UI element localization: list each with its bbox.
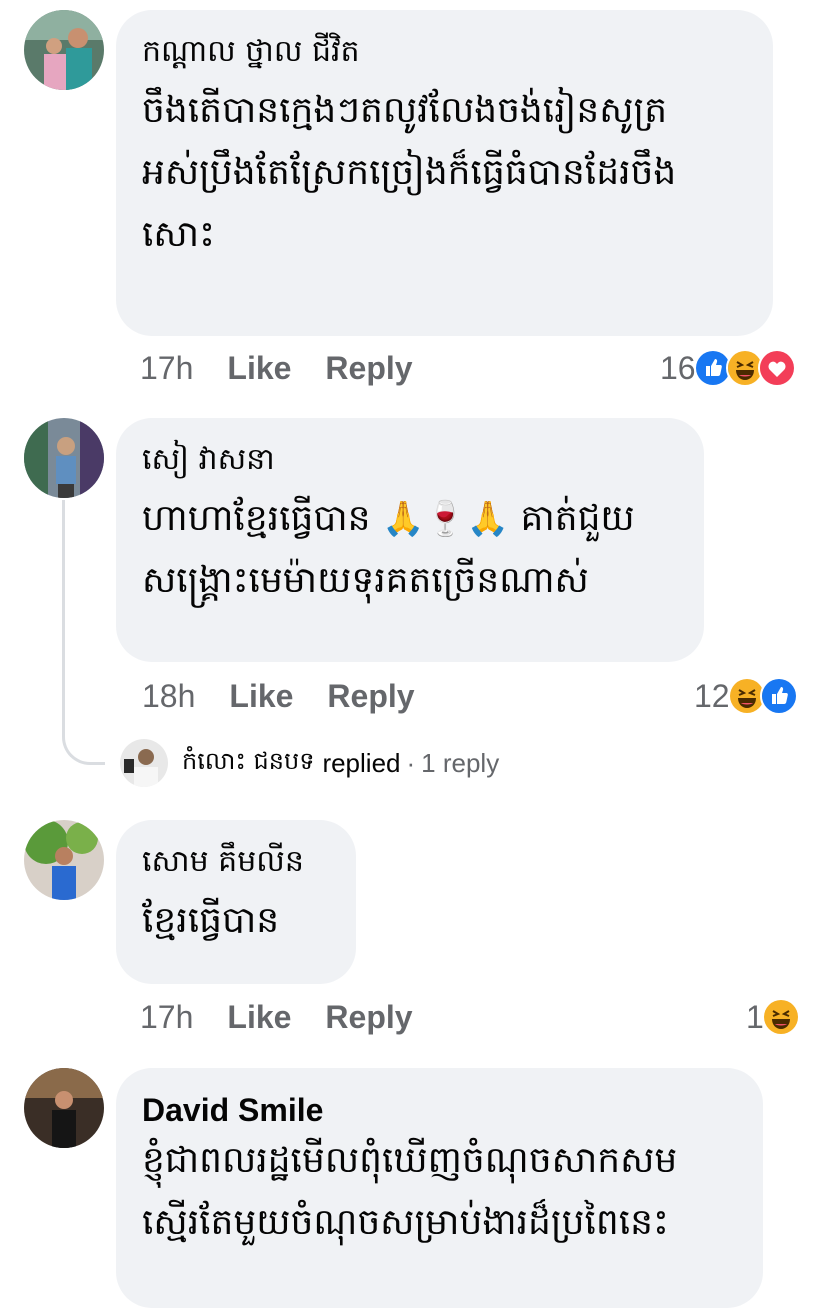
comment-author[interactable]: សោម គឹមលីន [142,842,328,882]
wine-glass-emoji: 🍷 [424,499,467,539]
replies-preview[interactable]: កំលោះ ជនបទ replied · 1 reply [120,738,499,788]
avatar[interactable] [24,1068,104,1148]
comment-bubble: សោម គឹមលីន ខ្មែរធ្វើបាន [116,820,356,984]
comment-bubble: សៀ វាសនា ហាហាខ្មែរធ្វើបាន 🙏🍷🙏 គាត់ជួយ សង… [116,418,704,662]
comment-bubble: កណ្តាល ថ្នាល ជីវិត ចឹងតើបានក្មេងៗតលូវលែង… [116,10,773,336]
reply-count[interactable]: 1 reply [421,748,499,779]
love-reaction-icon [757,349,796,387]
reply-button[interactable]: Reply [325,999,412,1036]
avatar[interactable] [24,820,104,900]
comment-actions: 17h Like Reply [140,348,413,388]
reaction-count: 12 [694,677,730,714]
comment-time[interactable]: 18h [142,678,195,715]
reply-button[interactable]: Reply [325,350,412,387]
replied-label: replied [322,747,401,778]
reply-button[interactable]: Reply [327,678,414,715]
comment-actions: 17h Like Reply [140,997,413,1037]
comment-line-text: គាត់ជួយ [520,498,635,539]
reaction-summary[interactable]: 1 [746,997,800,1037]
comment-line: ខ្ញុំជាពលរដ្ឋមើលពុំឃើញចំណុចសាកសម [142,1140,678,1181]
comment-text: ចឹងតើបានក្មេងៗតលូវលែងចង់រៀនសូត្រ អស់ប្រឹ… [142,80,745,266]
comment-bubble: David Smile ខ្ញុំជាពលរដ្ឋមើលពុំឃើញចំណុចស… [116,1068,763,1308]
comment-author[interactable]: David Smile [142,1090,735,1130]
like-button[interactable]: Like [227,350,291,387]
reaction-count: 16 [660,349,696,386]
comment-text: ខ្ញុំជាពលរដ្ឋមើលពុំឃើញចំណុចសាកសម ស្មើរតែ… [142,1130,735,1254]
reply-author[interactable]: កំលោះ ជនបទ [182,746,314,781]
folded-hands-emoji: 🙏 [381,499,425,539]
comment-text: ខ្មែរធ្វើបាន [142,890,328,952]
comment-line: ស្មើរតែមួយចំណុចសម្រាប់ងារដ៏ប្រពៃនេះ [142,1202,669,1243]
comment-line-text: ហាហាខ្មែរធ្វើបាន [142,498,371,539]
like-reaction-icon [759,677,798,715]
reply-separator: · [406,747,416,778]
avatar[interactable] [24,10,104,90]
comment-author[interactable]: សៀ វាសនា [142,440,676,480]
comment-line: អស់ប្រឹងតែស្រែកច្រៀងក៏ធ្វើធំបានដែរចឹង [142,152,677,193]
reaction-summary[interactable]: 12 [694,676,798,716]
reply-avatar [120,739,168,787]
comment-line: សោះ [142,214,215,255]
avatar[interactable] [24,418,104,498]
comment-line: ខ្មែរធ្វើបាន [142,900,280,941]
comment-line: ចឹងតើបានក្មេងៗតលូវលែងចង់រៀនសូត្រ [142,90,668,131]
like-button[interactable]: Like [227,999,291,1036]
comment-time[interactable]: 17h [140,350,193,387]
comment-time[interactable]: 17h [140,999,193,1036]
reaction-summary[interactable]: 16 [660,348,796,388]
haha-reaction-icon [761,998,800,1036]
comment-line: សង្គ្រោះមេម៉ាយទុរគតច្រើនណាស់ [142,560,589,601]
comment-actions: 18h Like Reply [142,676,415,716]
thread-connector [62,500,105,765]
comment-text: ហាហាខ្មែរធ្វើបាន 🙏🍷🙏 គាត់ជួយ សង្គ្រោះមេម… [142,488,676,612]
like-button[interactable]: Like [229,678,293,715]
comment-line: ហាហាខ្មែរធ្វើបាន 🙏🍷🙏 គាត់ជួយ [142,488,676,550]
comment-author[interactable]: កណ្តាល ថ្នាល ជីវិត [142,32,745,72]
folded-hands-emoji: 🙏 [466,499,509,539]
